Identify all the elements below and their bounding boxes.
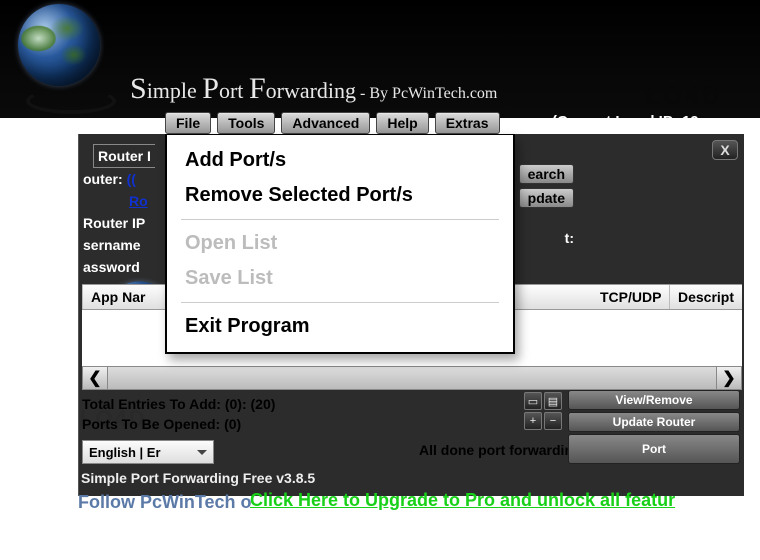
col-tcp-udp[interactable]: TCP/UDP <box>592 285 670 309</box>
scroll-left-icon[interactable]: ❮ <box>82 366 108 390</box>
menu-item-remove-ports[interactable]: Remove Selected Port/s <box>167 178 513 213</box>
scroll-track[interactable] <box>108 366 716 390</box>
router-label: outer: <box>83 171 123 187</box>
language-select[interactable]: English | Er <box>82 440 214 464</box>
menu-help[interactable]: Help <box>376 112 428 134</box>
menu-item-save-list: Save List <box>167 261 513 296</box>
horizontal-scrollbar[interactable]: ❮ ❯ <box>82 366 742 390</box>
close-button[interactable]: X <box>712 140 738 160</box>
scroll-right-icon[interactable]: ❯ <box>716 366 742 390</box>
router-info-panel: Router I outer: (( Ro Router IP sername … <box>83 144 155 278</box>
all-done-label: All done port forwarding? <box>419 442 590 458</box>
save-list-icon[interactable]: ▤ <box>544 392 562 410</box>
menu-tools[interactable]: Tools <box>217 112 275 134</box>
menu-item-open-list: Open List <box>167 226 513 261</box>
router-link[interactable]: (( <box>127 171 136 187</box>
ports-open-label: Ports To Be Opened: (0) <box>82 414 275 434</box>
update-router-button[interactable]: Update Router <box>568 412 740 432</box>
status-area: Total Entries To Add: (0): (20) Ports To… <box>82 394 275 434</box>
menu-separator <box>181 219 499 220</box>
port-tester-button[interactable]: Port <box>568 434 740 464</box>
language-selected: English | Er <box>89 445 161 460</box>
open-list-icon[interactable]: ▭ <box>524 392 542 410</box>
title-bar: Simple Port Forwarding - By PcWinTech.co… <box>0 0 760 118</box>
add-port-icon[interactable]: + <box>524 412 542 430</box>
col-description[interactable]: Descript <box>670 285 742 309</box>
password-label: assword <box>83 259 140 275</box>
app-title: Simple Port Forwarding - By PcWinTech.co… <box>130 72 497 106</box>
file-menu-dropdown: Add Port/s Remove Selected Port/s Open L… <box>165 134 515 354</box>
menu-file[interactable]: File <box>165 112 211 134</box>
current-ip-label: (Current Local IP: 19 <box>552 113 699 130</box>
footer-follow-text: Follow PcWinTech o <box>78 492 252 513</box>
globe-icon <box>18 4 100 86</box>
toolbar-mini: ▭ ▤ + − <box>524 392 562 430</box>
router-subline[interactable]: Ro <box>129 193 148 209</box>
router-ip-label: Router IP <box>83 215 145 231</box>
remove-port-icon[interactable]: − <box>544 412 562 430</box>
username-label: sername <box>83 237 141 253</box>
menu-item-exit[interactable]: Exit Program <box>167 309 513 344</box>
total-entries-label: Total Entries To Add: (0): (20) <box>82 394 275 414</box>
version-label: Simple Port Forwarding Free v3.8.5 <box>81 470 315 486</box>
menu-separator <box>181 302 499 303</box>
view-remove-button[interactable]: View/Remove <box>568 390 740 410</box>
menu-bar: File Tools Advanced Help Extras <box>165 112 500 134</box>
search-button[interactable]: earch <box>519 164 574 184</box>
upgrade-link[interactable]: Click Here to Upgrade to Pro and unlock … <box>250 490 675 511</box>
menu-extras[interactable]: Extras <box>435 112 500 134</box>
globe-stand-icon <box>26 88 116 114</box>
app-logo-globe <box>18 4 126 112</box>
set-label-fragment: t: <box>565 230 574 246</box>
menu-advanced[interactable]: Advanced <box>281 112 370 134</box>
menu-item-add-ports[interactable]: Add Port/s <box>167 143 513 178</box>
update-button[interactable]: pdate <box>519 188 574 208</box>
router-info-box: Router I <box>93 144 155 168</box>
col-app-name[interactable]: App Nar <box>82 285 172 309</box>
